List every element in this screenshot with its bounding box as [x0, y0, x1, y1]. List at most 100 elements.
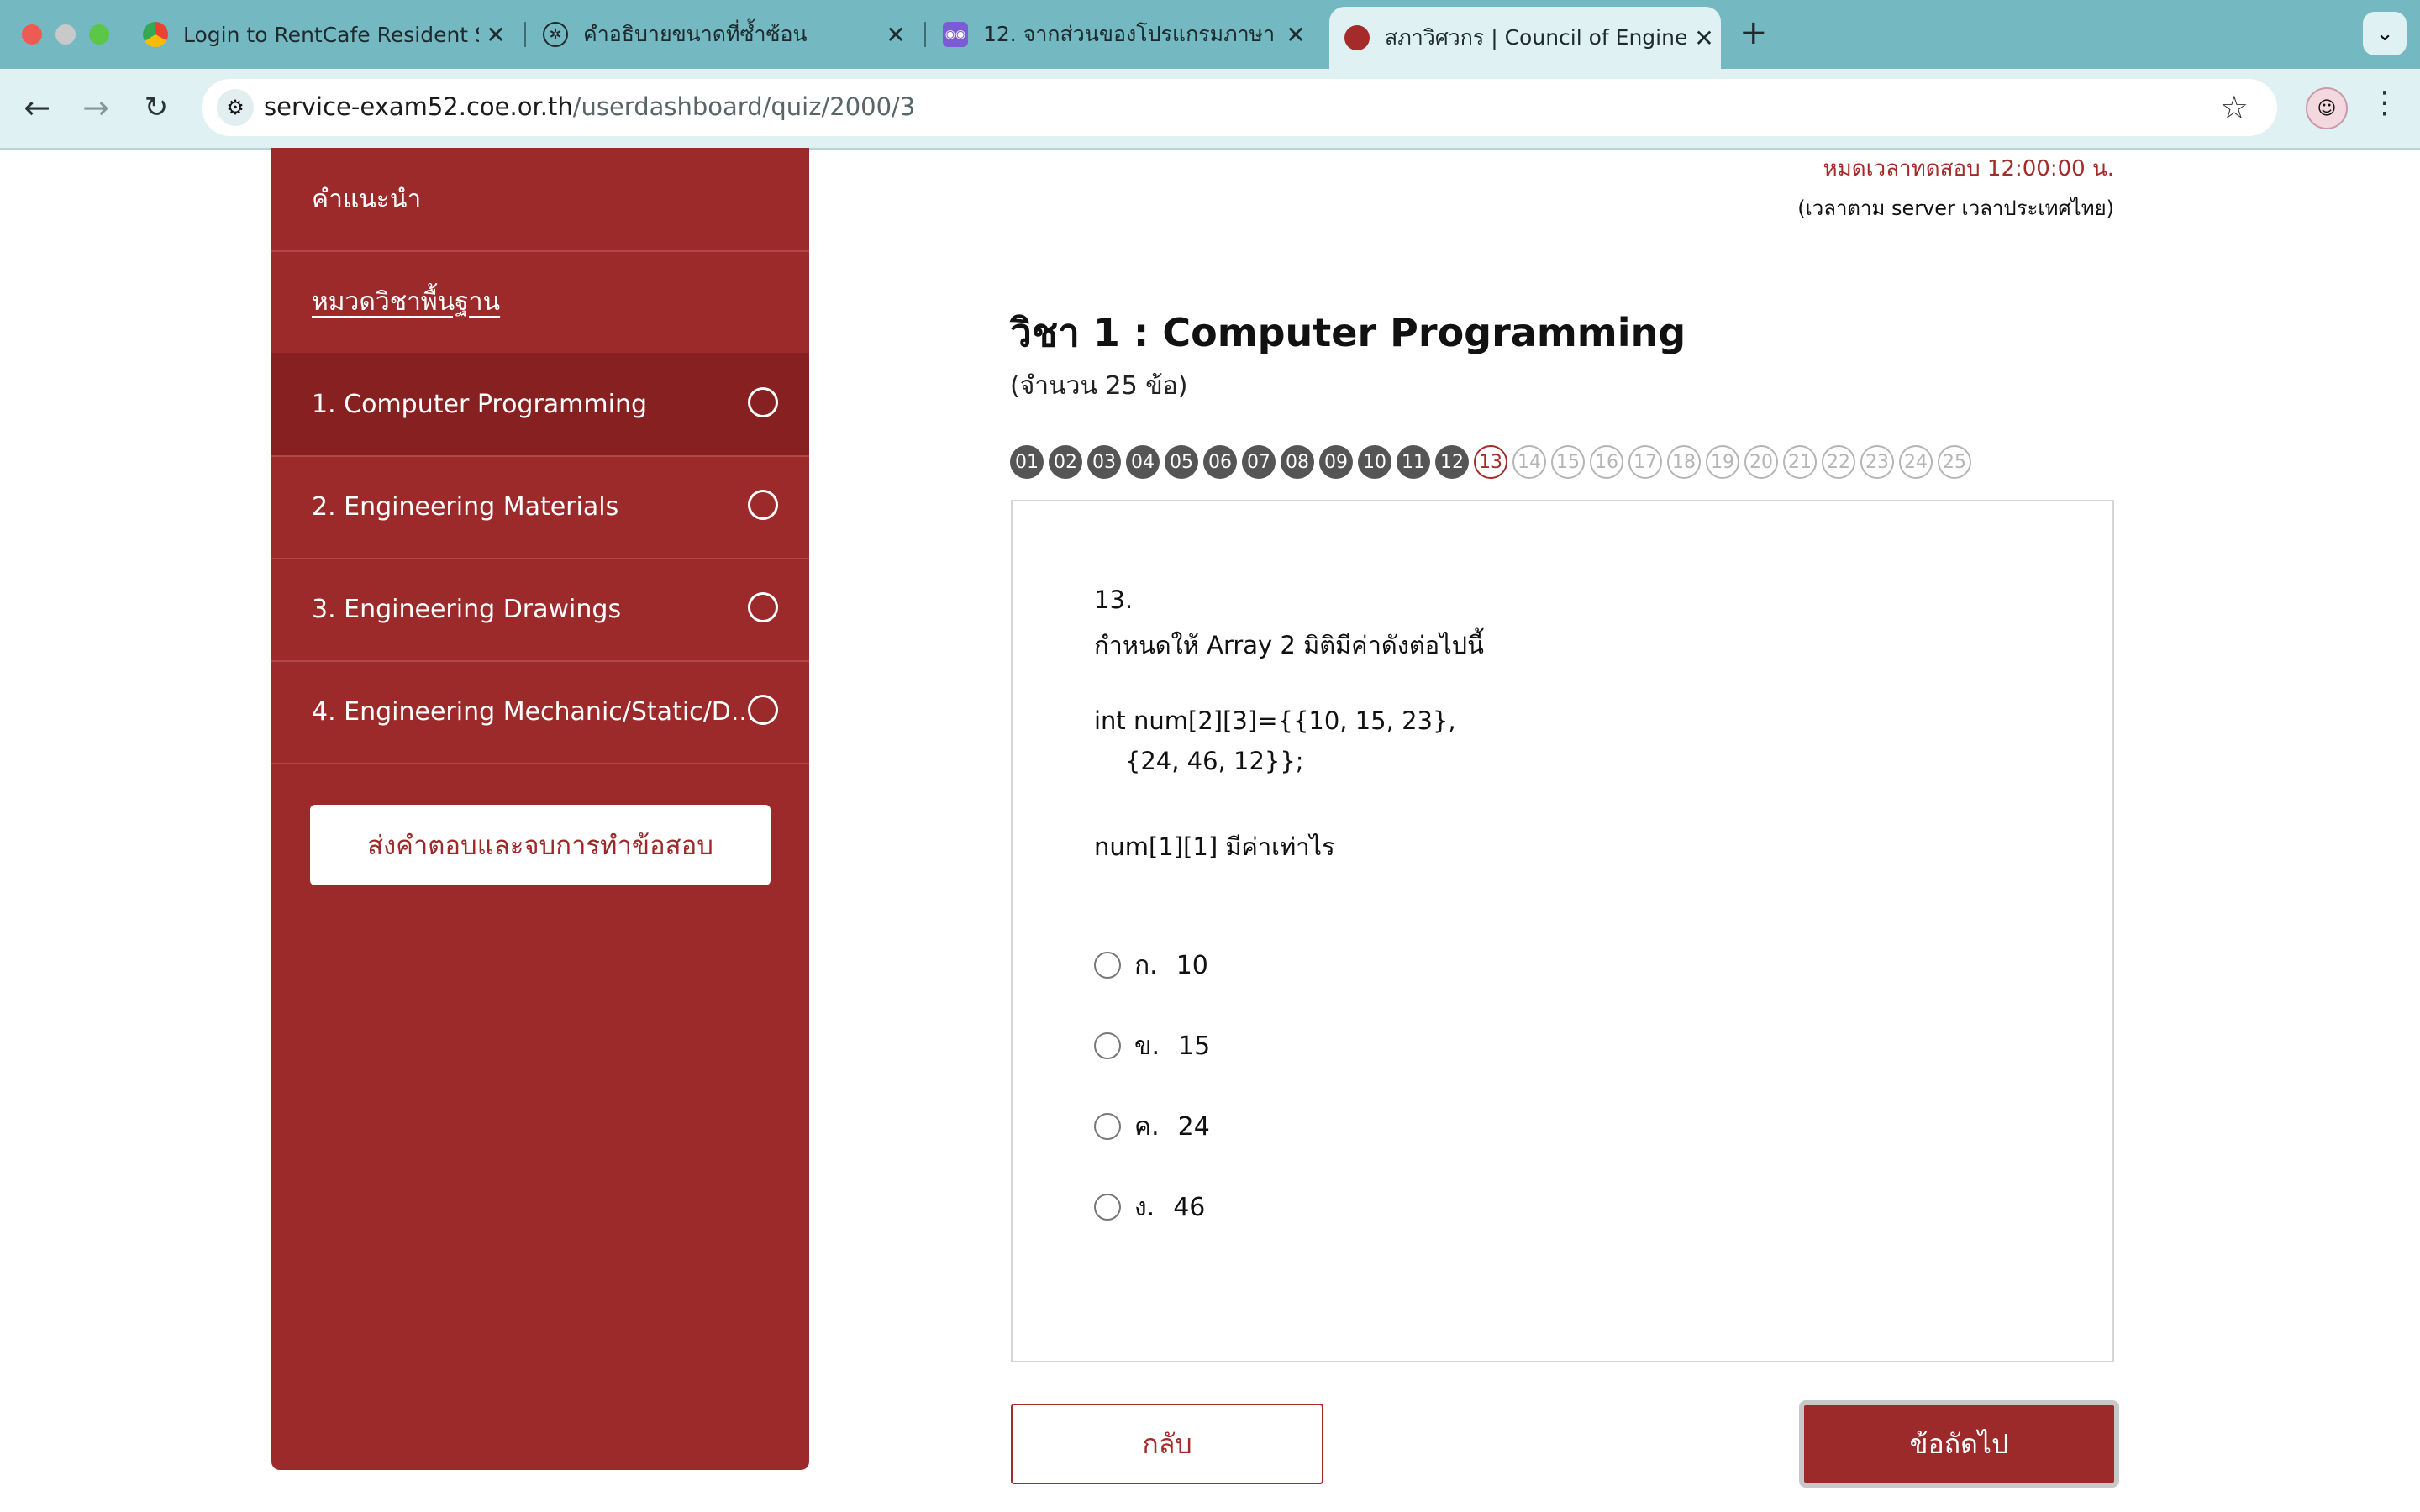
timer-note: (เวลาตาม server เวลาประเทศไทย): [1797, 197, 2114, 220]
code-line: int num[2][3]={{10, 15, 23},: [1094, 706, 1456, 735]
question-number-button[interactable]: 03: [1087, 445, 1121, 479]
browser-menu-icon[interactable]: ⋮: [2370, 86, 2400, 120]
minimize-window-button[interactable]: [55, 24, 76, 45]
submit-exam-button[interactable]: ส่งคำตอบและจบการทำข้อสอบ: [310, 805, 771, 885]
browser-tab-active[interactable]: สภาวิศวกร | Council of Enginee ✕: [1329, 7, 1721, 69]
sidebar-item-label: คำแนะนำ: [312, 184, 422, 214]
question-number-button[interactable]: 10: [1358, 445, 1392, 479]
question-number-button[interactable]: 06: [1203, 445, 1237, 479]
question-number-button[interactable]: 22: [1822, 445, 1855, 479]
sidebar-item-label: 1. Computer Programming: [312, 389, 648, 419]
question-number-button[interactable]: 05: [1165, 445, 1198, 479]
browser-tab[interactable]: ✲ คำอธิบายขนาดที่ซ้ำซ้อน ✕: [543, 7, 913, 62]
question-number-button[interactable]: 08: [1281, 445, 1314, 479]
question-number-button[interactable]: 25: [1938, 445, 1971, 479]
new-tab-button[interactable]: +: [1739, 13, 1768, 52]
close-window-button[interactable]: [22, 24, 42, 45]
question-number-button[interactable]: 19: [1706, 445, 1739, 479]
url-path: /userdashboard/quiz/2000/3: [572, 92, 916, 121]
owl-icon: ◉◉: [943, 22, 968, 47]
question-navigator: 01 02 03 04 05 06 07 08 09 10 11 12 13 14 15 16 17 18 19 20…: [1010, 445, 1971, 479]
sidebar-item-category[interactable]: หมวดวิชาพื้นฐาน: [271, 250, 809, 354]
question-number-button[interactable]: 15: [1551, 445, 1585, 479]
question-number-button[interactable]: 13: [1474, 445, 1507, 479]
status-circle-icon: [748, 387, 778, 417]
sidebar-item-subject-1[interactable]: 1. Computer Programming: [271, 353, 809, 457]
question-number-button[interactable]: 21: [1783, 445, 1817, 479]
back-arrow-icon[interactable]: ←: [15, 86, 59, 129]
openai-icon: ✲: [543, 22, 568, 47]
question-count: (จำนวน 25 ข้อ): [1010, 371, 1188, 401]
tab-title: สภาวิศวกร | Council of Enginee: [1385, 25, 1687, 50]
browser-toolbar: ← → ↻ ⚙ service-exam52.coe.or.th/userdas…: [0, 69, 2420, 150]
answer-option-d[interactable]: ง. 46: [1094, 1190, 1205, 1224]
radio-button[interactable]: [1094, 1032, 1121, 1059]
exam-sidebar: คำแนะนำ หมวดวิชาพื้นฐาน 1. Computer Prog…: [271, 148, 809, 1470]
option-value: 46: [1173, 1192, 1206, 1222]
browser-tab[interactable]: Login to RentCafe Resident S ✕: [143, 7, 513, 62]
status-circle-icon: [748, 490, 778, 520]
sidebar-item-subject-2[interactable]: 2. Engineering Materials: [271, 455, 809, 559]
question-number-button[interactable]: 04: [1126, 445, 1160, 479]
answer-option-b[interactable]: ข. 15: [1094, 1029, 1210, 1063]
question-number-button[interactable]: 23: [1860, 445, 1894, 479]
code-line: {24, 46, 12}};: [1094, 747, 1304, 775]
tab-title: Login to RentCafe Resident S: [183, 22, 479, 47]
bookmark-star-icon[interactable]: ☆: [2220, 89, 2249, 126]
question-number-button[interactable]: 20: [1744, 445, 1778, 479]
question-number-button[interactable]: 24: [1899, 445, 1933, 479]
address-bar[interactable]: ⚙ service-exam52.coe.or.th/userdashboard…: [202, 79, 2277, 136]
maximize-window-button[interactable]: [89, 24, 109, 45]
sidebar-item-label: 2. Engineering Materials: [312, 491, 619, 522]
question-number-button[interactable]: 02: [1049, 445, 1082, 479]
radio-button[interactable]: [1094, 1194, 1121, 1221]
question-number-button[interactable]: 12: [1435, 445, 1469, 479]
option-value: 24: [1177, 1111, 1210, 1142]
close-tab-icon[interactable]: ✕: [479, 21, 513, 49]
option-value: 15: [1178, 1031, 1211, 1061]
coe-red-icon: [1344, 25, 1370, 50]
sidebar-item-instructions[interactable]: คำแนะนำ: [271, 148, 809, 252]
tab-search-chevron-icon[interactable]: ⌄: [2363, 12, 2407, 55]
chrome-color-icon: [143, 22, 168, 47]
radio-button[interactable]: [1094, 1113, 1121, 1140]
subject-title: วิชา 1 : Computer Programming: [1010, 310, 1686, 355]
question-number: 13.: [1094, 585, 1134, 614]
browser-tab[interactable]: ◉◉ 12. จากส่วนของโปรแกรมภาษา C ✕: [943, 7, 1313, 62]
exam-timer: หมดเวลาทดสอบ 12:00:00 น.: [1823, 156, 2114, 181]
close-tab-icon[interactable]: ✕: [1279, 21, 1313, 49]
reload-icon[interactable]: ↻: [134, 86, 178, 129]
option-letter: ข.: [1134, 1031, 1160, 1061]
radio-button[interactable]: [1094, 952, 1121, 979]
option-letter: ง.: [1134, 1192, 1155, 1222]
tab-title: 12. จากส่วนของโปรแกรมภาษา C: [983, 22, 1279, 46]
question-prompt: กำหนดให้ Array 2 มิติมีค่าดังต่อไปนี้: [1094, 631, 1484, 659]
back-button[interactable]: กลับ: [1011, 1404, 1323, 1484]
site-settings-icon[interactable]: ⚙: [217, 89, 254, 126]
question-number-button[interactable]: 17: [1628, 445, 1662, 479]
question-number-button[interactable]: 18: [1667, 445, 1701, 479]
question-number-button[interactable]: 16: [1590, 445, 1623, 479]
status-circle-icon: [748, 695, 778, 725]
url-host: service-exam52.coe.or.th: [264, 92, 573, 121]
close-tab-icon[interactable]: ✕: [1687, 24, 1721, 52]
question-number-button[interactable]: 14: [1512, 445, 1546, 479]
question-number-button[interactable]: 09: [1319, 445, 1353, 479]
question-number-button[interactable]: 01: [1010, 445, 1044, 479]
forward-arrow-icon[interactable]: →: [74, 86, 118, 129]
option-letter: ค.: [1134, 1111, 1160, 1142]
answer-option-a[interactable]: ก. 10: [1094, 948, 1208, 982]
answer-option-c[interactable]: ค. 24: [1094, 1110, 1210, 1143]
profile-avatar[interactable]: ☺: [2306, 87, 2348, 129]
option-letter: ก.: [1134, 950, 1158, 980]
question-number-button[interactable]: 07: [1242, 445, 1276, 479]
question-card: 13. กำหนดให้ Array 2 มิติมีค่าดังต่อไปนี…: [1011, 500, 2114, 1362]
sidebar-item-label: 4. Engineering Mechanic/Static/D...: [312, 696, 755, 727]
next-button[interactable]: ข้อถัดไป: [1799, 1400, 2119, 1488]
close-tab-icon[interactable]: ✕: [879, 21, 913, 49]
url-text[interactable]: service-exam52.coe.or.th/userdashboard/q…: [264, 92, 915, 121]
tab-divider: [924, 22, 926, 47]
question-number-button[interactable]: 11: [1397, 445, 1430, 479]
sidebar-item-subject-3[interactable]: 3. Engineering Drawings: [271, 558, 809, 662]
sidebar-item-subject-4[interactable]: 4. Engineering Mechanic/Static/D...: [271, 660, 809, 764]
